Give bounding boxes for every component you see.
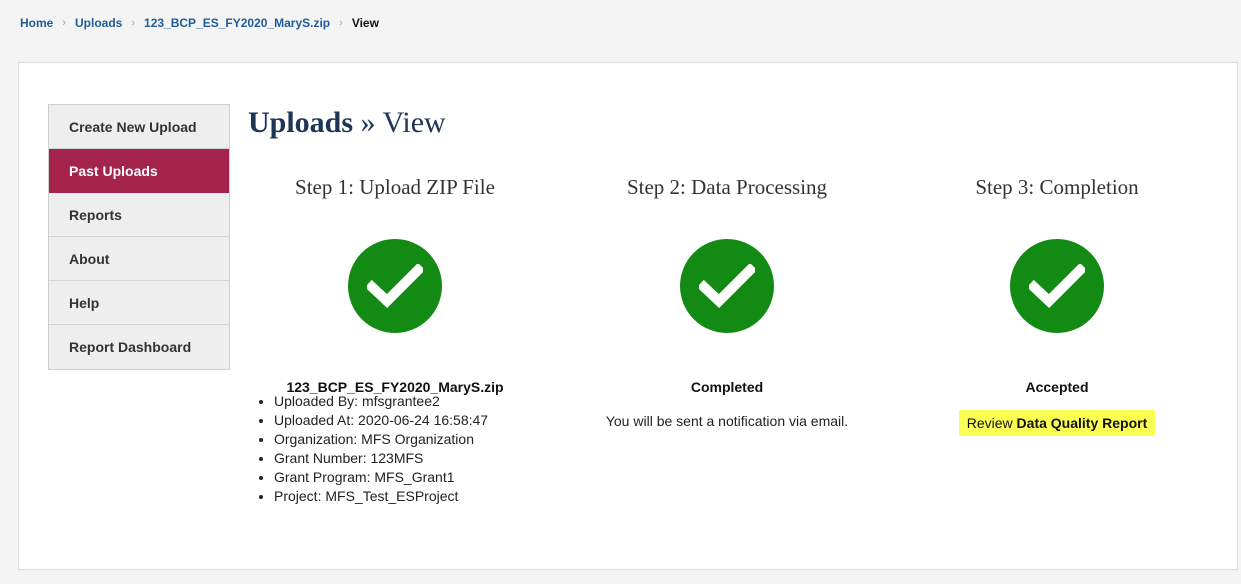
list-item: Organization: MFS Organization <box>274 430 488 449</box>
step-title: Step 3: Completion <box>975 175 1139 199</box>
page-title: Uploads » View <box>248 106 446 140</box>
sidebar-item-report-dashboard[interactable]: Report Dashboard <box>49 325 229 369</box>
breadcrumb-separator: › <box>339 17 343 29</box>
processing-status: Completed <box>690 379 764 395</box>
list-item: Grant Number: 123MFS <box>274 449 488 468</box>
sidebar-item-reports[interactable]: Reports <box>49 193 229 237</box>
breadcrumb-current: View <box>351 16 379 30</box>
completion-status: Accepted <box>1025 379 1089 395</box>
step-upload: Step 1: Upload ZIP File 123_BCP_ES_FY202… <box>245 172 545 395</box>
page-title-rest: » View <box>353 106 446 139</box>
review-prefix: Review <box>966 415 1017 431</box>
breadcrumb-file-link[interactable]: 123_BCP_ES_FY2020_MaryS.zip <box>144 16 330 30</box>
page-title-main: Uploads <box>248 106 354 139</box>
sidebar-item-about[interactable]: About <box>49 237 229 281</box>
sidebar-item-past-uploads[interactable]: Past Uploads <box>49 149 229 193</box>
step-title: Step 2: Data Processing <box>626 175 828 199</box>
list-item: Uploaded At: 2020-06-24 16:58:47 <box>274 411 488 430</box>
breadcrumb-separator: › <box>62 17 67 29</box>
step-processing: Step 2: Data Processing Completed You wi… <box>577 172 877 429</box>
step-title: Step 1: Upload ZIP File <box>295 175 495 199</box>
list-item: Grant Program: MFS_Grant1 <box>274 468 488 487</box>
list-item: Project: MFS_Test_ESProject <box>274 487 488 506</box>
data-quality-report-link[interactable]: Data Quality Report <box>1017 415 1148 431</box>
checkmark-circle-icon <box>680 239 774 333</box>
checkmark-circle-icon <box>1010 239 1104 333</box>
breadcrumb-separator: › <box>131 17 136 29</box>
upload-details-list: Uploaded By: mfsgrantee2 Uploaded At: 20… <box>260 392 488 506</box>
step-completion: Step 3: Completion Accepted Review Data … <box>907 172 1207 436</box>
breadcrumb-uploads-link[interactable]: Uploads <box>75 16 122 30</box>
notification-message: You will be sent a notification via emai… <box>605 413 849 429</box>
review-dq-report-box: Review Data Quality Report <box>958 410 1156 436</box>
list-item: Uploaded By: mfsgrantee2 <box>274 392 488 411</box>
sidebar-item-create-new-upload[interactable]: Create New Upload <box>49 105 229 149</box>
top-bar: Home › Uploads › 123_BCP_ES_FY2020_MaryS… <box>0 0 1241 46</box>
sidebar-item-help[interactable]: Help <box>49 281 229 325</box>
checkmark-circle-icon <box>348 239 442 333</box>
breadcrumb: Home › Uploads › 123_BCP_ES_FY2020_MaryS… <box>20 16 379 30</box>
breadcrumb-home-link[interactable]: Home <box>20 16 53 30</box>
sidebar-nav: Create New Upload Past Uploads Reports A… <box>48 104 230 370</box>
